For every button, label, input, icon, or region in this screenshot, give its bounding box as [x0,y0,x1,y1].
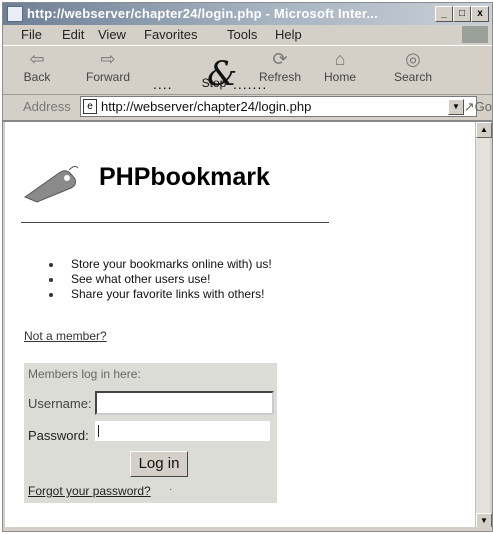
text-cursor [98,425,99,437]
refresh-button[interactable]: ⟳ Refresh [253,48,307,84]
refresh-icon: ⟳ [272,49,288,69]
password-label: Password: [28,428,89,443]
menu-favorites[interactable]: Favorites [144,27,197,42]
list-item: Share your favorite links with others! [49,287,272,302]
menu-file[interactable]: File [21,27,42,42]
page-icon: e [83,99,97,114]
address-bar: Address e http://webserver/chapter24/log… [3,94,492,122]
forgot-mark: · [169,484,173,495]
divider [21,222,329,223]
browser-window: http://webserver/chapter24/login.php - M… [2,2,493,532]
ie-icon [7,6,23,22]
status-bar [3,527,492,531]
scroll-up-arrow-icon[interactable]: ▲ [476,122,492,138]
menu-bar: File Edit View Favorites Tools Help [3,25,492,45]
close-button[interactable]: x [471,6,489,22]
forgot-password-link[interactable]: Forgot your password? [28,484,151,498]
go-button[interactable]: ↗Go [464,99,492,115]
stop-button[interactable]: Stop [191,76,237,90]
list-item: See what other users use! [49,272,272,287]
not-member-link[interactable]: Not a member? [24,329,107,343]
scan-dots-left: .... [153,76,173,92]
back-arrow-icon: ⇦ [29,49,45,69]
home-icon: ⌂ [334,49,346,69]
page-content: PHPbookmark Store your bookmarks online … [5,122,477,529]
search-icon: ◎ [405,49,421,69]
username-input[interactable] [95,391,274,415]
list-item: Store your bookmarks online with) us! [49,257,272,272]
windows-logo-icon [462,26,488,43]
login-button[interactable]: Log in [130,451,188,477]
login-heading: Members log in here: [28,367,141,381]
username-label: Username: [28,396,92,411]
menu-view[interactable]: View [98,27,126,42]
search-button[interactable]: ◎ Search [387,48,439,84]
toolbar: ⇦ Back ⇨ Forward .... & Stop ....... ⟳ R… [3,45,492,95]
title-bar: http://webserver/chapter24/login.php - M… [3,3,492,25]
menu-help[interactable]: Help [275,27,302,42]
password-input[interactable] [95,421,270,441]
maximize-button[interactable]: □ [453,6,471,22]
minimize-button[interactable]: _ [435,6,453,22]
address-label: Address [23,99,71,114]
login-form: Members log in here: Username: Password:… [24,363,277,503]
home-button[interactable]: ⌂ Home [319,48,361,84]
feature-list: Store your bookmarks online with) us! Se… [49,257,272,302]
address-dropdown-icon[interactable]: ▼ [448,99,464,115]
forward-button[interactable]: ⇨ Forward [77,48,139,84]
address-input[interactable]: e http://webserver/chapter24/login.php [80,96,477,117]
forward-arrow-icon: ⇨ [100,49,116,69]
vertical-scrollbar[interactable]: ▲ ▼ [475,122,492,529]
brand-title: PHPbookmark [99,163,270,191]
window-title: http://webserver/chapter24/login.php - M… [27,6,378,21]
menu-edit[interactable]: Edit [62,27,84,42]
address-url: http://webserver/chapter24/login.php [101,99,312,114]
back-button[interactable]: ⇦ Back [13,48,61,84]
bookmark-tag-logo-icon [23,165,79,203]
menu-tools[interactable]: Tools [227,27,257,42]
